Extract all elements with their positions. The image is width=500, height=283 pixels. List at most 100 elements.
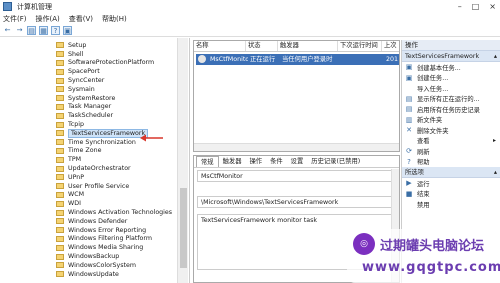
tree-item[interactable]: User Profile Service xyxy=(56,182,129,191)
folder-icon xyxy=(56,200,64,207)
task-location-field[interactable]: \Microsoft\Windows\TextServicesFramework xyxy=(197,196,396,208)
tree-item[interactable]: Windows Filtering Platform xyxy=(56,235,152,244)
folder-icon xyxy=(56,121,64,128)
tree-item[interactable]: UPnP xyxy=(56,173,84,182)
tree-item[interactable]: Task Manager xyxy=(56,103,111,112)
action-item[interactable]: ▥ 新文件夹 xyxy=(402,115,500,126)
tree-item[interactable]: Time Synchronization xyxy=(56,138,136,147)
maximize-button[interactable]: □ xyxy=(472,2,480,11)
action-item[interactable]: ▣ 创建任务... xyxy=(402,73,500,84)
minimize-button[interactable]: – xyxy=(458,2,462,11)
task-list: 名称 状态 触发器 下次运行时间 上次 MsCtfMonitor 正在运行 当任… xyxy=(193,40,400,152)
action-item[interactable]: ✕ 删除文件夹 xyxy=(402,125,500,136)
tab-triggers[interactable]: 触发器 xyxy=(219,156,246,167)
tab-conditions[interactable]: 条件 xyxy=(266,156,287,167)
tab-settings[interactable]: 设置 xyxy=(287,156,308,167)
actions-section-selected[interactable]: 所选项 ▴ xyxy=(402,167,500,178)
column-name[interactable]: 名称 xyxy=(194,41,246,51)
collapse-arrow-icon[interactable]: ▴ xyxy=(494,167,497,177)
column-trigger[interactable]: 触发器 xyxy=(278,41,338,51)
window-controls: – □ × xyxy=(458,2,496,11)
tree-item[interactable]: Setup xyxy=(56,41,86,50)
tree-item[interactable]: Windows Error Reporting xyxy=(56,226,146,235)
action-item[interactable]: ⟳ 刷新 xyxy=(402,146,500,157)
tree-item[interactable]: Time Zone xyxy=(56,147,101,156)
close-button[interactable]: × xyxy=(489,2,496,11)
task-name-field[interactable]: MsCtfMonitor xyxy=(197,170,396,182)
forward-arrow-icon[interactable]: → xyxy=(15,26,24,35)
tree-item[interactable]: SystemRestore xyxy=(56,94,115,103)
folder-icon xyxy=(56,68,64,75)
action-item[interactable]: ▶ 运行 xyxy=(402,178,500,189)
folder-icon xyxy=(56,130,64,137)
folder-icon xyxy=(56,262,64,269)
folder-icon xyxy=(56,271,64,278)
action-label: 刷新 xyxy=(417,148,430,156)
menu-view[interactable]: 查看(V) xyxy=(69,14,93,24)
watermark-title: 过期罐头电脑论坛 xyxy=(380,239,485,254)
action-item[interactable]: ▣ 创建基本任务... xyxy=(402,62,500,73)
tree-scrollbar-thumb[interactable] xyxy=(180,188,187,268)
column-last-run[interactable]: 上次 xyxy=(382,41,399,51)
tree-item[interactable]: TaskScheduler xyxy=(56,111,113,120)
console-tree-icon[interactable]: ▤ xyxy=(27,25,36,35)
tree-item[interactable]: WindowsColorSystem xyxy=(56,261,136,270)
action-icon: ▥ xyxy=(405,115,413,124)
action-pane-icon[interactable]: ▣ xyxy=(63,25,72,35)
tree-item-label: SyncCenter xyxy=(68,77,105,85)
tree-item[interactable]: UpdateOrchestrator xyxy=(56,164,131,173)
action-item[interactable]: 导入任务... xyxy=(402,83,500,94)
action-item[interactable]: ▤ 启用所有任务历史记录 xyxy=(402,104,500,115)
tree-item[interactable]: WindowsUpdate xyxy=(56,270,119,279)
task-list-scrollbar[interactable] xyxy=(194,143,399,151)
tree-item[interactable]: SpacePort xyxy=(56,67,100,76)
action-item[interactable]: ▤ 显示所有正在运行的... xyxy=(402,94,500,105)
column-next-run[interactable]: 下次运行时间 xyxy=(338,41,382,51)
tree-item[interactable]: Shell xyxy=(56,50,83,59)
tree-item[interactable]: WDI xyxy=(56,199,81,208)
tree-item-label: UPnP xyxy=(68,173,85,181)
task-trigger: 当任何用户登录时 xyxy=(282,56,333,63)
tree-item[interactable]: Windows Defender xyxy=(56,217,127,226)
collapse-arrow-icon[interactable]: ▴ xyxy=(494,51,497,61)
actions-section-folder[interactable]: TextServicesFramework ▴ xyxy=(402,51,500,62)
red-arrow-icon xyxy=(140,134,163,142)
folder-icon xyxy=(56,253,64,260)
tree-item[interactable]: SyncCenter xyxy=(56,76,104,85)
tree-item[interactable]: Tcpip xyxy=(56,120,84,129)
action-item[interactable]: ? 帮助 xyxy=(402,157,500,168)
tree-item[interactable]: Sysmain xyxy=(56,85,95,94)
tab-general[interactable]: 常规 xyxy=(196,156,219,167)
tree-item[interactable]: WCM xyxy=(56,191,84,200)
tree-item[interactable]: SoftwareProtectionPlatform xyxy=(56,59,154,68)
tab-actions[interactable]: 操作 xyxy=(245,156,266,167)
table-row[interactable]: MsCtfMonitor 正在运行 当任何用户登录时 201 xyxy=(196,54,399,65)
action-label: 结束 xyxy=(417,191,430,199)
column-status[interactable]: 状态 xyxy=(246,41,278,51)
action-label: 禁用 xyxy=(417,201,430,209)
tree-scrollbar[interactable] xyxy=(177,38,188,283)
menu-help[interactable]: 帮助(H) xyxy=(102,14,127,24)
tree-item[interactable]: TPM xyxy=(56,155,81,164)
help-icon[interactable]: ? xyxy=(51,25,60,35)
folder-icon xyxy=(56,191,64,198)
tree-item[interactable]: Windows Activation Technologies xyxy=(56,208,172,217)
tab-history[interactable]: 历史记录(已禁用) xyxy=(307,156,364,167)
task-icon xyxy=(198,55,206,63)
tree-item-label: Windows Error Reporting xyxy=(68,226,147,234)
action-item[interactable]: 查看 ▸ xyxy=(402,136,500,147)
tree-item-label: WindowsColorSystem xyxy=(68,261,137,269)
action-item[interactable]: 禁用 xyxy=(402,199,500,210)
tree-item-label: UpdateOrchestrator xyxy=(68,165,131,173)
properties-icon[interactable]: ▦ xyxy=(39,25,48,35)
menu-file[interactable]: 文件(F) xyxy=(3,14,27,24)
menu-action[interactable]: 操作(A) xyxy=(36,14,60,24)
back-arrow-icon[interactable]: ← xyxy=(3,26,12,35)
action-icon: ▣ xyxy=(405,73,413,82)
tree-item[interactable]: TextServicesFramework xyxy=(56,128,149,138)
tree-item[interactable]: WindowsBackup xyxy=(56,252,119,261)
tree-item-label: SystemRestore xyxy=(68,94,116,102)
folder-icon xyxy=(56,218,64,225)
tree-item[interactable]: Windows Media Sharing xyxy=(56,243,143,252)
action-item[interactable]: ■ 结束 xyxy=(402,189,500,200)
